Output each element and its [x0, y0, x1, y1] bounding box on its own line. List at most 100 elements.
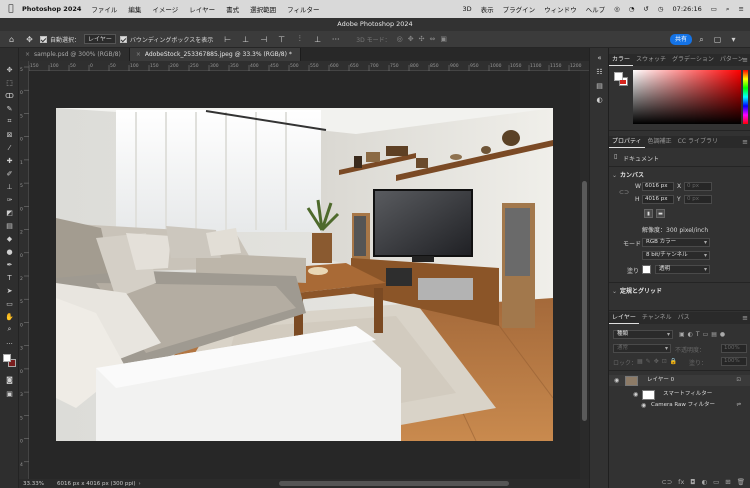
menu-file[interactable]: ファイル — [91, 4, 117, 14]
document-info[interactable]: 6016 px x 4016 px (300 ppi) — [53, 481, 136, 487]
properties-panel-icon[interactable]: ▤ — [594, 80, 605, 91]
scroll-thumb[interactable] — [582, 181, 587, 421]
move-tool-preset-icon[interactable]: ✥ — [23, 33, 36, 46]
cc-icon[interactable]: ◎ — [614, 5, 620, 13]
layer-filter-dropdown[interactable]: 種類 — [613, 330, 673, 339]
menu-filter[interactable]: フィルター — [287, 4, 319, 14]
layer-row[interactable]: ◉ スマートフィルター — [609, 389, 750, 400]
share-button[interactable]: 共有 — [670, 34, 692, 45]
history-icon[interactable]: ↺ — [643, 5, 648, 13]
help-search-icon[interactable]: ⌕ — [695, 33, 708, 46]
layer-name[interactable]: スマートフィルター — [663, 389, 712, 400]
menu-3d[interactable]: 3D — [462, 5, 471, 13]
tab-paths[interactable]: パス — [675, 312, 693, 324]
align-left-icon[interactable]: ⊢ — [221, 33, 234, 46]
horizontal-ruler[interactable]: 150 100 50 0 50 100 150 200 250 300 350 400 450 500 55… — [28, 61, 589, 71]
rectangle-tool-icon[interactable]: ▭ — [3, 298, 16, 309]
menu-type[interactable]: 書式 — [226, 4, 239, 14]
history-brush-tool-icon[interactable]: ✑ — [3, 194, 16, 205]
panel-menu-icon[interactable]: ≡ — [742, 54, 748, 66]
menu-window[interactable]: ウィンドウ — [544, 4, 577, 14]
filter-options-icon[interactable]: ⇌ — [736, 400, 741, 411]
move-tool-icon[interactable]: ✥ — [3, 64, 16, 75]
tab-cc-libraries[interactable]: CC ライブラリ — [675, 136, 721, 148]
eyedropper-tool-icon[interactable]: ⁄ — [3, 142, 16, 153]
panel-menu-icon[interactable]: ≡ — [742, 136, 748, 148]
info-menu-icon[interactable]: › — [139, 481, 141, 487]
close-icon[interactable]: × — [136, 51, 141, 58]
adjustment-layer-icon[interactable]: ◐ — [701, 478, 707, 486]
width-field[interactable]: 6016 px — [642, 182, 674, 191]
menu-edit[interactable]: 編集 — [128, 4, 141, 14]
menu-layer[interactable]: レイヤー — [189, 4, 215, 14]
history-panel-icon[interactable]: ☷ — [594, 66, 605, 77]
tab-gradients[interactable]: グラデーション — [669, 54, 717, 66]
spotlight-icon[interactable]: ⌕ — [726, 5, 730, 14]
eraser-tool-icon[interactable]: ◩ — [3, 207, 16, 218]
layer-row[interactable]: ◉ Camera Raw フィルター ⇌ — [609, 400, 750, 411]
document-image[interactable] — [56, 108, 553, 441]
3d-mode-icons[interactable]: ◎✥✣⇔▣ — [397, 35, 452, 43]
crop-tool-icon[interactable]: ⌗ — [3, 116, 16, 127]
layer-name[interactable]: レイヤー 0 — [647, 375, 674, 386]
auto-select-checkbox[interactable]: 自動選択： — [40, 35, 80, 44]
battery-icon[interactable]: ▭ — [711, 5, 717, 13]
vertical-ruler[interactable]: 5 0 5 0 1 5 0 2 0 2 5 0 3 0 3 5 0 4 — [19, 61, 29, 479]
adjustments-panel-icon[interactable]: ◐ — [594, 94, 605, 105]
eye-icon[interactable]: ◉ — [614, 375, 619, 386]
new-layer-icon[interactable]: ⊞ — [725, 478, 730, 486]
auto-select-dropdown[interactable]: レイヤー — [84, 34, 116, 44]
align-bottom-icon[interactable]: ⊥ — [311, 33, 324, 46]
eye-icon[interactable]: ◉ — [633, 389, 638, 400]
color-picker-field[interactable] — [633, 70, 741, 124]
quick-select-tool-icon[interactable]: ✎ — [3, 103, 16, 114]
tab-adobestock-jpeg[interactable]: × AdobeStock_253367885.jpeg @ 33.3% (RGB/… — [129, 48, 301, 61]
tab-properties[interactable]: プロパティ — [609, 136, 645, 148]
y-field[interactable]: 0 px — [684, 195, 712, 204]
menu-help[interactable]: ヘルプ — [586, 4, 606, 14]
height-field[interactable]: 4016 px — [642, 195, 674, 204]
apple-icon[interactable]:  — [0, 4, 22, 14]
rulers-grid-section-header[interactable]: ⌄ 定規とグリッド — [612, 286, 662, 295]
more-options-icon[interactable]: ··· — [329, 33, 342, 46]
healing-brush-tool-icon[interactable]: ✚ — [3, 155, 16, 166]
workspace-menu-icon[interactable]: ▾ — [727, 33, 740, 46]
layer-row[interactable]: ◉ レイヤー 0 ⊡ — [609, 375, 750, 386]
edit-toolbar-icon[interactable]: ··· — [3, 338, 16, 349]
layer-name[interactable]: Camera Raw フィルター — [651, 400, 715, 411]
menu-image[interactable]: イメージ — [152, 4, 178, 14]
align-middle-icon[interactable]: ⫶ — [293, 33, 306, 46]
orientation-landscape-icon[interactable]: ▬ — [656, 209, 665, 218]
fill-dropdown[interactable]: 透明 — [655, 265, 710, 274]
hue-slider[interactable] — [743, 70, 748, 124]
collapse-icon[interactable]: « — [594, 52, 605, 63]
hand-tool-icon[interactable]: ✋ — [3, 311, 16, 322]
fill-opacity-field[interactable]: 100% — [721, 357, 747, 366]
lasso-tool-icon[interactable]: ↀ — [3, 90, 16, 101]
type-tool-icon[interactable]: T — [3, 272, 16, 283]
canvas-section-header[interactable]: ⌄ カンバス — [612, 170, 644, 179]
marquee-tool-icon[interactable]: ⬚ — [3, 77, 16, 88]
close-icon[interactable]: × — [25, 51, 30, 58]
align-top-icon[interactable]: ⊤ — [275, 33, 288, 46]
tab-swatches[interactable]: スウォッチ — [633, 54, 669, 66]
link-icon[interactable]: ⊂⊃ — [619, 189, 629, 196]
delete-layer-icon[interactable]: 🗑 — [737, 478, 745, 486]
horizontal-scrollbar[interactable] — [279, 481, 509, 486]
menu-select[interactable]: 選択範囲 — [250, 4, 276, 14]
path-select-tool-icon[interactable]: ➤ — [3, 285, 16, 296]
align-center-icon[interactable]: ⊥ — [239, 33, 252, 46]
fill-color-swatch[interactable] — [642, 265, 651, 274]
panel-menu-icon[interactable]: ≡ — [742, 312, 748, 324]
tab-sample-psd[interactable]: × sample.psd @ 300% (RGB/8) — [19, 48, 130, 61]
wifi-icon[interactable]: ◔ — [629, 5, 635, 13]
align-right-icon[interactable]: ⊣ — [257, 33, 270, 46]
tab-adjustments[interactable]: 色調補正 — [645, 136, 675, 148]
opacity-field[interactable]: 100% — [721, 344, 747, 353]
eye-icon[interactable]: ◉ — [641, 400, 646, 411]
link-layers-icon[interactable]: ⊂⊃ — [661, 478, 672, 486]
blend-mode-dropdown[interactable]: 通常 — [613, 344, 671, 353]
foreground-background-colors[interactable] — [3, 354, 17, 368]
tab-channels[interactable]: チャンネル — [639, 312, 675, 324]
color-mode-dropdown[interactable]: RGB カラー — [642, 238, 710, 247]
